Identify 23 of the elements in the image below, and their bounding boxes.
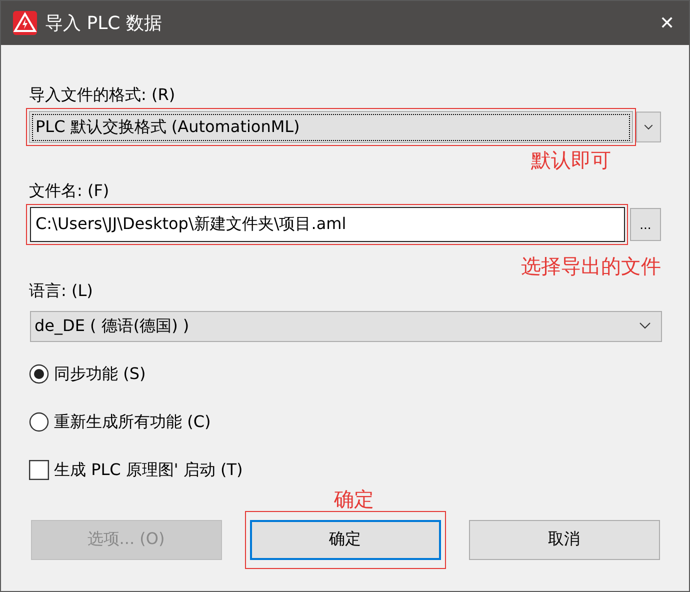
close-button[interactable]: ✕ [645, 1, 689, 45]
dialog-button[interactable]: 确定 [250, 520, 440, 560]
warning-icon [13, 11, 37, 35]
browse-button[interactable]: ... [630, 208, 661, 240]
checkbox[interactable] [29, 460, 49, 480]
annotation-text: 选择导出的文件 [520, 253, 661, 280]
option-label: 同步功能 (S) [54, 364, 146, 384]
option-label: 重新生成所有功能 (C) [54, 412, 211, 432]
annotation-text: 默认即可 [530, 147, 612, 174]
format-dropdown[interactable]: PLC 默认交换格式 (AutomationML) [28, 111, 632, 143]
field-label: 语言: (L) [29, 281, 94, 302]
radio-button[interactable] [29, 364, 49, 384]
chevron-down-icon [638, 322, 650, 330]
filename-field[interactable]: C:\Users\JJ\Desktop\新建文件夹\项目.aml [30, 206, 624, 242]
option-label: 生成 PLC 原理图' 启动 (T) [54, 460, 243, 480]
language-dropdown[interactable]: de_DE ( 德语(德国) ) [30, 310, 662, 342]
field-label: 文件名: (F) [29, 181, 110, 202]
annotation-text: 确定 [334, 486, 375, 513]
dropdown-value: de_DE ( 德语(德国) ) [34, 316, 190, 336]
window-title: 导入 PLC 数据 [45, 12, 163, 35]
radio-button[interactable] [29, 412, 49, 432]
field-label: 导入文件的格式: (R) [29, 85, 176, 106]
dialog-button[interactable]: 取消 [468, 520, 660, 560]
